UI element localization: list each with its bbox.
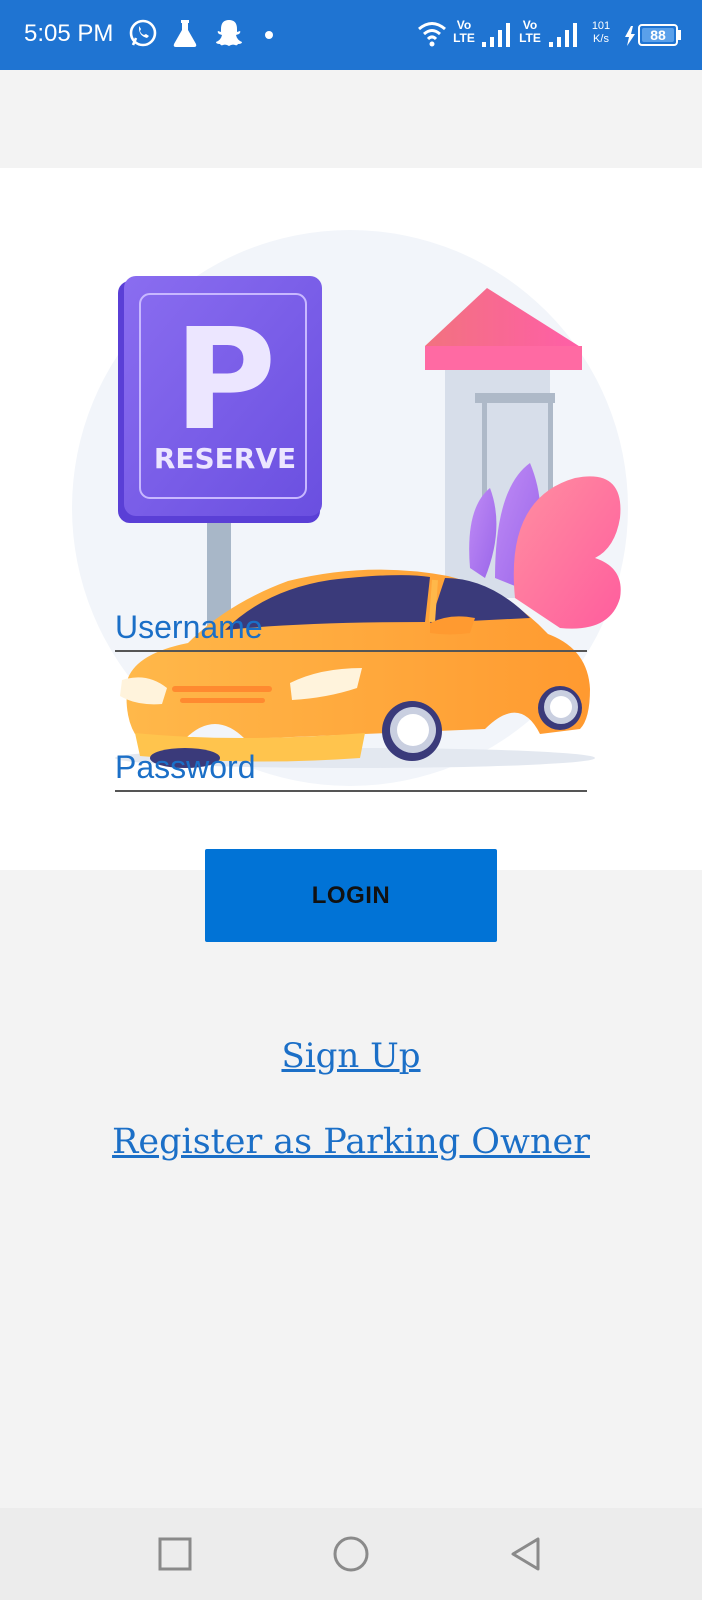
signal-icon (549, 23, 577, 47)
recents-icon[interactable] (157, 1536, 193, 1572)
username-input[interactable]: Username (115, 588, 587, 652)
snapchat-icon (216, 20, 242, 46)
speed-value: 101 (591, 20, 611, 32)
volte-indicator-2: Vo LTE (517, 19, 543, 45)
whatsapp-icon (129, 19, 157, 47)
lte-label: LTE (453, 31, 475, 45)
home-icon[interactable] (331, 1536, 371, 1576)
dot-icon (265, 31, 273, 39)
status-time: 5:05 PM (24, 20, 114, 47)
network-speed: 101 K/s (586, 20, 616, 46)
lte-label: LTE (519, 31, 541, 45)
volte-indicator-1: Vo LTE (451, 19, 477, 45)
sign-letter: P (174, 299, 277, 462)
speed-unit: K/s (593, 33, 609, 45)
battery-level: 88 (650, 27, 666, 43)
login-card: P RESERVE Username Password (0, 168, 702, 870)
login-button[interactable]: LOGIN (205, 849, 497, 942)
flask-icon (173, 20, 197, 47)
battery-icon: 88 (638, 24, 678, 46)
sign-text: RESERVE (154, 442, 296, 475)
back-icon[interactable] (508, 1536, 544, 1572)
battery-tip (678, 30, 681, 40)
username-placeholder: Username (115, 609, 263, 645)
charging-icon (625, 26, 635, 46)
status-bar: 5:05 PM Vo LTE Vo LTE 101 K/s 88 (0, 0, 702, 70)
signal-icon (482, 23, 510, 47)
sign-up-link[interactable]: Sign Up (0, 1036, 702, 1076)
password-input[interactable]: Password (115, 728, 587, 792)
navigation-bar (0, 1508, 702, 1600)
register-parking-owner-link[interactable]: Register as Parking Owner (0, 1122, 702, 1162)
wifi-icon (418, 22, 446, 47)
password-placeholder: Password (115, 749, 256, 785)
